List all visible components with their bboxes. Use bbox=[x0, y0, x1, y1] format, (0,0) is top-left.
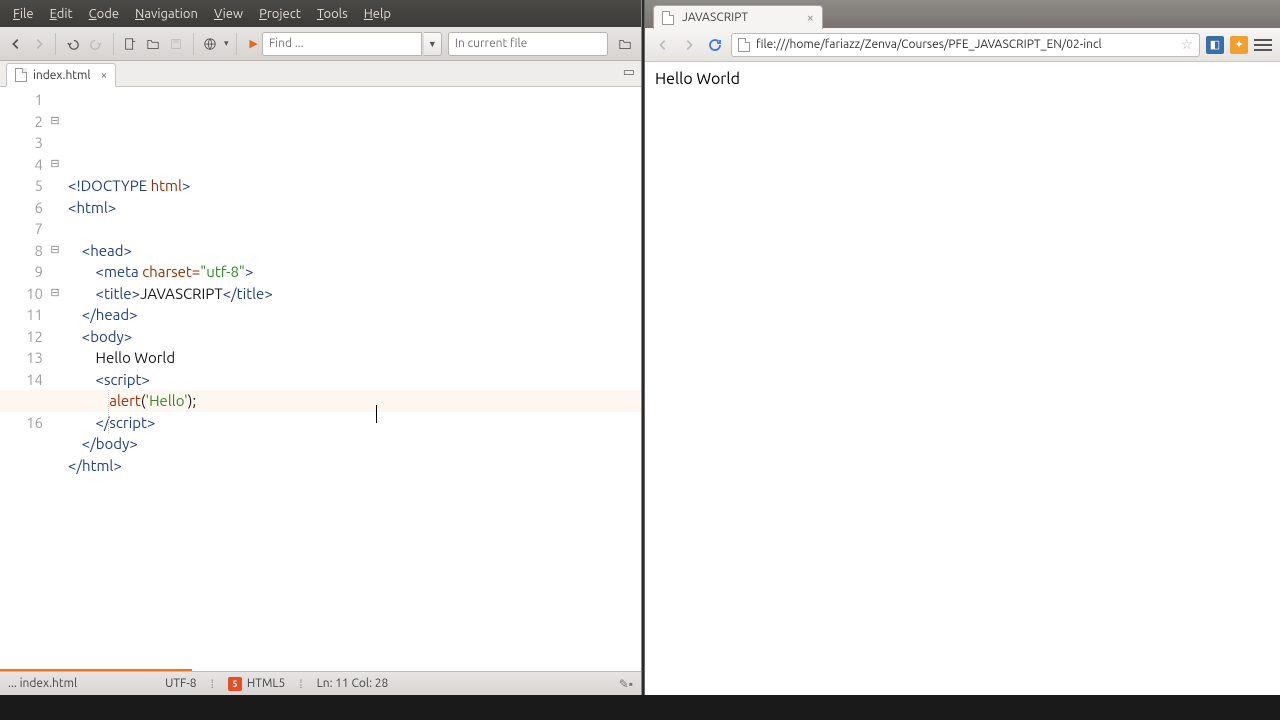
panel-toggle-icon[interactable]: ▭ bbox=[623, 65, 635, 80]
find-dropdown[interactable]: ▼ bbox=[424, 32, 442, 56]
browser-reload-button[interactable] bbox=[705, 35, 725, 55]
browser-back-button[interactable] bbox=[653, 35, 673, 55]
find-run-icon: ▶ bbox=[249, 37, 257, 50]
bottom-region bbox=[0, 695, 1280, 720]
browser-tab-strip: JAVASCRIPT × bbox=[645, 0, 1280, 28]
scroll-indicator bbox=[0, 669, 192, 671]
menu-code[interactable]: Code bbox=[82, 4, 126, 24]
menu-navigation[interactable]: Navigation bbox=[128, 4, 205, 24]
status-encoding[interactable]: UTF-8 bbox=[165, 677, 196, 690]
menu-tools[interactable]: Tools bbox=[310, 4, 355, 24]
page-icon bbox=[662, 11, 674, 25]
status-cursor: Ln: 11 Col: 28 bbox=[317, 677, 389, 690]
file-tab-index[interactable]: index.html × bbox=[6, 63, 116, 87]
undo-button[interactable] bbox=[63, 33, 82, 55]
editor-toolbar: ▾ ▶ ▼ bbox=[0, 27, 641, 61]
open-folder-button[interactable] bbox=[144, 33, 163, 55]
nav-forward-button[interactable] bbox=[29, 33, 48, 55]
status-file[interactable]: ... index.html bbox=[8, 677, 77, 690]
browser-tab[interactable]: JAVASCRIPT × bbox=[653, 5, 823, 29]
menu-project[interactable]: Project bbox=[252, 4, 308, 24]
extension-icon-1[interactable]: ◧ bbox=[1206, 36, 1224, 54]
find-scope-input[interactable] bbox=[448, 32, 608, 56]
browser-preview-button[interactable] bbox=[201, 33, 220, 55]
file-tab-bar: index.html × ▭ bbox=[0, 61, 641, 87]
bookmark-star-icon[interactable]: ☆ bbox=[1180, 36, 1193, 53]
status-bar: ... index.html UTF-8 ⁞ 5HTML5 ⁞ Ln: 11 C… bbox=[0, 671, 641, 695]
url-text: file:///home/fariazz/Zenva/Courses/PFE_J… bbox=[756, 38, 1102, 51]
text-cursor bbox=[376, 405, 377, 423]
status-syntax[interactable]: 5HTML5 bbox=[228, 677, 285, 691]
browser-toolbar: file:///home/fariazz/Zenva/Courses/PFE_J… bbox=[645, 28, 1280, 62]
editor-window: FileEditCodeNavigationViewProjectToolsHe… bbox=[0, 0, 642, 695]
find-input[interactable] bbox=[262, 32, 422, 56]
browser-tab-title: JAVASCRIPT bbox=[682, 11, 748, 24]
nav-back-button[interactable] bbox=[6, 33, 25, 55]
page-icon bbox=[738, 38, 750, 52]
menu-view[interactable]: View bbox=[207, 4, 250, 24]
menu-bar: FileEditCodeNavigationViewProjectToolsHe… bbox=[0, 0, 641, 27]
browser-window: JAVASCRIPT × file:///home/fariazz/Zenva/… bbox=[644, 0, 1280, 695]
menu-help[interactable]: Help bbox=[357, 4, 398, 24]
redo-button[interactable] bbox=[86, 33, 105, 55]
new-file-button[interactable] bbox=[120, 33, 139, 55]
browser-forward-button[interactable] bbox=[679, 35, 699, 55]
browser-menu-button[interactable] bbox=[1254, 39, 1272, 51]
close-tab-icon[interactable]: × bbox=[807, 11, 814, 25]
file-tab-label: index.html bbox=[33, 69, 91, 82]
edit-mode-icon[interactable]: ✎▪ bbox=[619, 677, 633, 691]
close-tab-icon[interactable]: × bbox=[101, 69, 108, 82]
menu-edit[interactable]: Edit bbox=[43, 4, 80, 24]
browser-viewport[interactable]: Hello World bbox=[645, 62, 1280, 695]
save-button[interactable] bbox=[167, 33, 186, 55]
file-icon bbox=[15, 68, 27, 82]
code-editor[interactable]: 12345678910111213141516 ⊟⊟⊟⊟ <!DOCTYPE h… bbox=[0, 87, 641, 671]
page-body-text: Hello World bbox=[655, 70, 740, 88]
extension-icon-2[interactable]: ✦ bbox=[1230, 36, 1248, 54]
html5-icon: 5 bbox=[228, 677, 242, 691]
url-bar[interactable]: file:///home/fariazz/Zenva/Courses/PFE_J… bbox=[731, 33, 1200, 57]
open-project-button[interactable] bbox=[616, 33, 635, 55]
menu-file[interactable]: File bbox=[6, 4, 41, 24]
